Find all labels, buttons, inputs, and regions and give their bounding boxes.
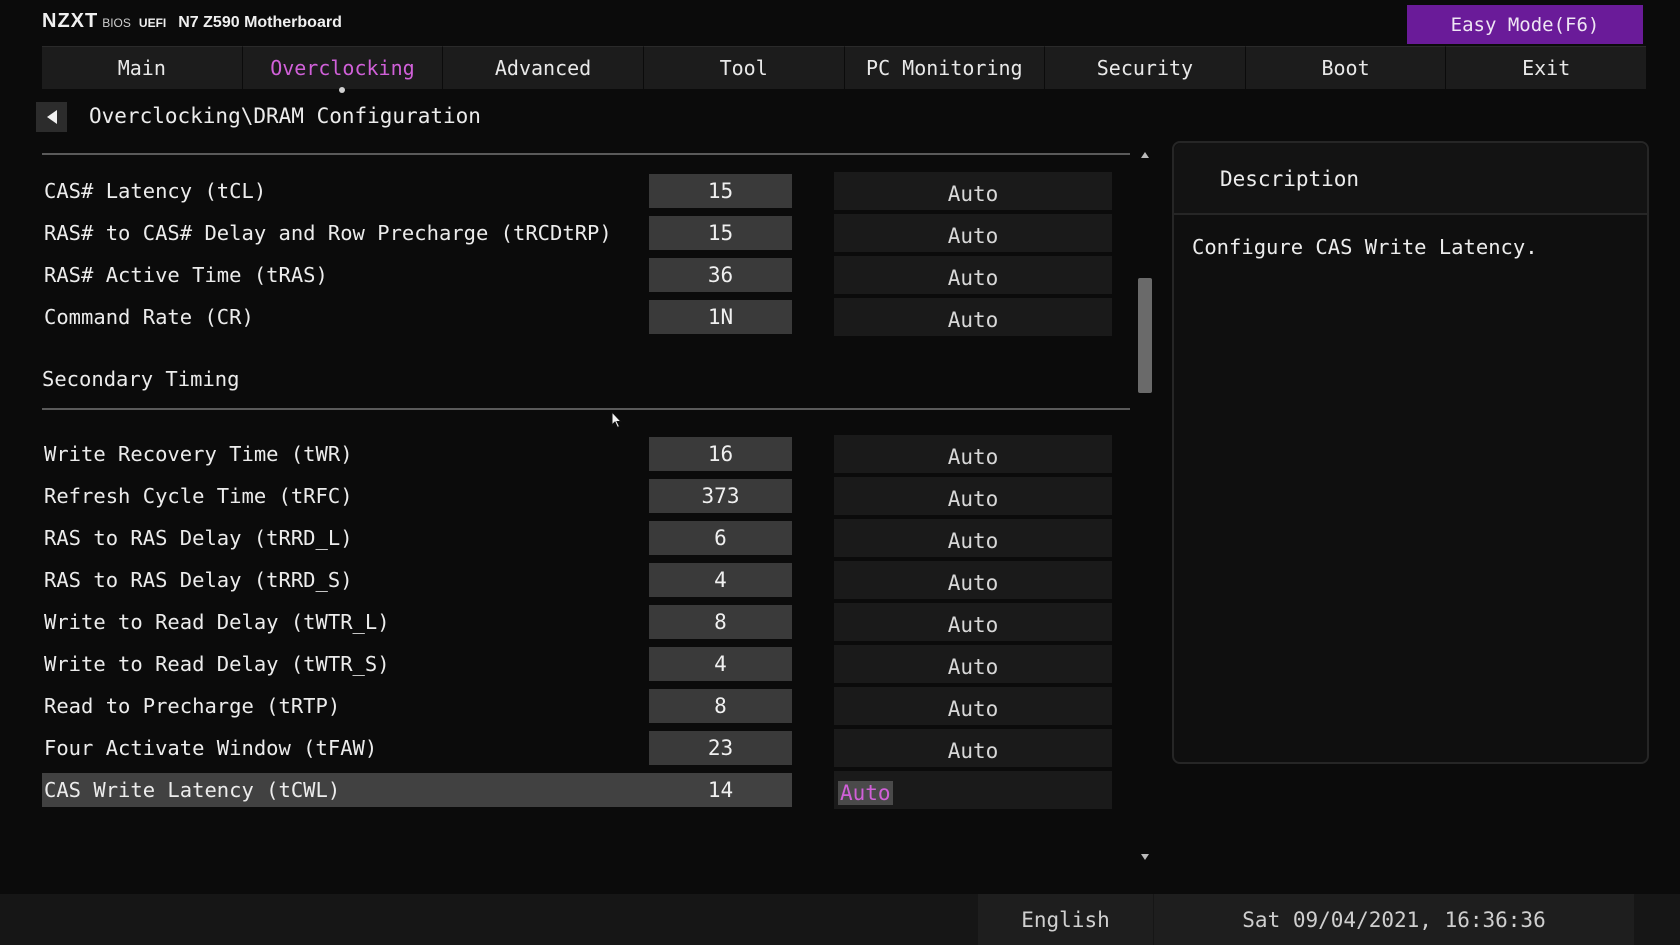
setting-value[interactable]: 4: [649, 647, 792, 681]
tab-main[interactable]: Main: [42, 46, 243, 89]
setting-row-tcl[interactable]: CAS# Latency (tCL) 15 Auto: [42, 172, 1130, 210]
setting-mode[interactable]: Auto: [834, 687, 1112, 725]
setting-mode[interactable]: Auto: [834, 603, 1112, 641]
tab-boot[interactable]: Boot: [1245, 46, 1447, 89]
divider: [42, 153, 1130, 155]
tab-security[interactable]: Security: [1045, 46, 1246, 89]
setting-label: RAS to RAS Delay (tRRD_L): [44, 526, 353, 550]
board-model: N7 Z590 Motherboard: [178, 14, 342, 31]
section-title-secondary: Secondary Timing: [42, 367, 240, 391]
setting-row-tras[interactable]: RAS# Active Time (tRAS) 36 Auto: [42, 256, 1130, 294]
tab-pc-monitoring[interactable]: PC Monitoring: [844, 46, 1046, 89]
setting-value[interactable]: 6: [649, 521, 792, 555]
brand-bios-text: BIOS: [102, 16, 131, 30]
setting-row-trcdtrp[interactable]: RAS# to CAS# Delay and Row Precharge (tR…: [42, 214, 1130, 252]
tab-advanced[interactable]: Advanced: [443, 46, 644, 89]
footer-bar: English Sat 09/04/2021, 16:36:36: [0, 894, 1680, 945]
tab-overclocking[interactable]: Overclocking: [242, 46, 444, 93]
setting-mode[interactable]: Auto: [834, 561, 1112, 599]
setting-row-twtr-l[interactable]: Write to Read Delay (tWTR_L) 8 Auto: [42, 603, 1130, 641]
back-button[interactable]: [36, 102, 67, 132]
setting-value[interactable]: 15: [649, 174, 792, 208]
setting-mode[interactable]: Auto: [834, 729, 1112, 767]
setting-row-trfc[interactable]: Refresh Cycle Time (tRFC) 373 Auto: [42, 477, 1130, 515]
brand-uefi-text: UEFI: [138, 16, 167, 30]
setting-row-tfaw[interactable]: Four Activate Window (tFAW) 23 Auto: [42, 729, 1130, 767]
easy-mode-button[interactable]: Easy Mode(F6): [1407, 5, 1643, 44]
description-title: Description: [1174, 143, 1647, 215]
setting-label: Command Rate (CR): [44, 305, 254, 329]
main-tabs: Main Overclocking Advanced Tool PC Monit…: [42, 46, 1646, 93]
setting-label: RAS# Active Time (tRAS): [44, 263, 328, 287]
setting-mode-selected[interactable]: Auto: [838, 781, 893, 805]
tab-exit[interactable]: Exit: [1446, 46, 1646, 89]
divider: [42, 408, 1130, 410]
tab-tool[interactable]: Tool: [643, 46, 845, 89]
setting-value[interactable]: 1N: [649, 300, 792, 334]
setting-value[interactable]: 8: [649, 605, 792, 639]
setting-value[interactable]: 23: [649, 731, 792, 765]
setting-label: Four Activate Window (tFAW): [44, 736, 378, 760]
description-panel: Description Configure CAS Write Latency.: [1172, 141, 1649, 764]
setting-row-cr[interactable]: Command Rate (CR) 1N Auto: [42, 298, 1130, 336]
setting-label: RAS# to CAS# Delay and Row Precharge (tR…: [44, 221, 612, 245]
setting-row-tcwl[interactable]: CAS Write Latency (tCWL) 14 Auto: [42, 771, 1130, 809]
setting-row-twr[interactable]: Write Recovery Time (tWR) 16 Auto: [42, 435, 1130, 473]
brand-name: NZXT: [42, 10, 99, 32]
setting-mode[interactable]: Auto: [834, 645, 1112, 683]
setting-mode[interactable]: Auto: [834, 477, 1112, 515]
setting-value[interactable]: 8: [649, 689, 792, 723]
setting-mode[interactable]: Auto: [834, 172, 1112, 210]
date-time: Sat 09/04/2021, 16:36:36: [1154, 894, 1634, 945]
setting-mode[interactable]: Auto: [834, 298, 1112, 336]
breadcrumb: Overclocking\DRAM Configuration: [89, 104, 481, 128]
setting-row-trtp[interactable]: Read to Precharge (tRTP) 8 Auto: [42, 687, 1130, 725]
setting-label: Write Recovery Time (tWR): [44, 442, 353, 466]
scrollbar[interactable]: [1137, 150, 1153, 862]
setting-mode[interactable]: Auto: [834, 519, 1112, 557]
setting-value[interactable]: 15: [649, 216, 792, 250]
setting-mode[interactable]: Auto: [834, 771, 1112, 809]
setting-mode[interactable]: Auto: [834, 256, 1112, 294]
scroll-up-icon[interactable]: [1141, 152, 1149, 158]
setting-row-trrd-l[interactable]: RAS to RAS Delay (tRRD_L) 6 Auto: [42, 519, 1130, 557]
scrollbar-thumb[interactable]: [1138, 278, 1152, 393]
setting-value[interactable]: 14: [649, 773, 792, 807]
setting-label: Write to Read Delay (tWTR_S): [44, 652, 390, 676]
setting-label: Write to Read Delay (tWTR_L): [44, 610, 390, 634]
setting-row-twtr-s[interactable]: Write to Read Delay (tWTR_S) 4 Auto: [42, 645, 1130, 683]
setting-label: Refresh Cycle Time (tRFC): [44, 484, 353, 508]
setting-value[interactable]: 4: [649, 563, 792, 597]
scroll-down-icon[interactable]: [1141, 854, 1149, 860]
settings-list: CAS# Latency (tCL) 15 Auto RAS# to CAS# …: [42, 153, 1130, 863]
brand-logo: NZXT BIOS UEFI N7 Z590 Motherboard: [42, 10, 342, 36]
setting-label: CAS# Latency (tCL): [44, 179, 267, 203]
description-text: Configure CAS Write Latency.: [1192, 235, 1538, 259]
setting-value[interactable]: 373: [649, 479, 792, 513]
back-arrow-icon: [46, 110, 57, 124]
setting-value[interactable]: 36: [649, 258, 792, 292]
mouse-cursor-icon: [611, 411, 623, 429]
setting-label: CAS Write Latency (tCWL): [44, 778, 341, 802]
setting-mode[interactable]: Auto: [834, 214, 1112, 252]
setting-row-trrd-s[interactable]: RAS to RAS Delay (tRRD_S) 4 Auto: [42, 561, 1130, 599]
setting-label: Read to Precharge (tRTP): [44, 694, 341, 718]
setting-value[interactable]: 16: [649, 437, 792, 471]
setting-label: RAS to RAS Delay (tRRD_S): [44, 568, 353, 592]
language-selector[interactable]: English: [978, 894, 1153, 945]
setting-mode[interactable]: Auto: [834, 435, 1112, 473]
